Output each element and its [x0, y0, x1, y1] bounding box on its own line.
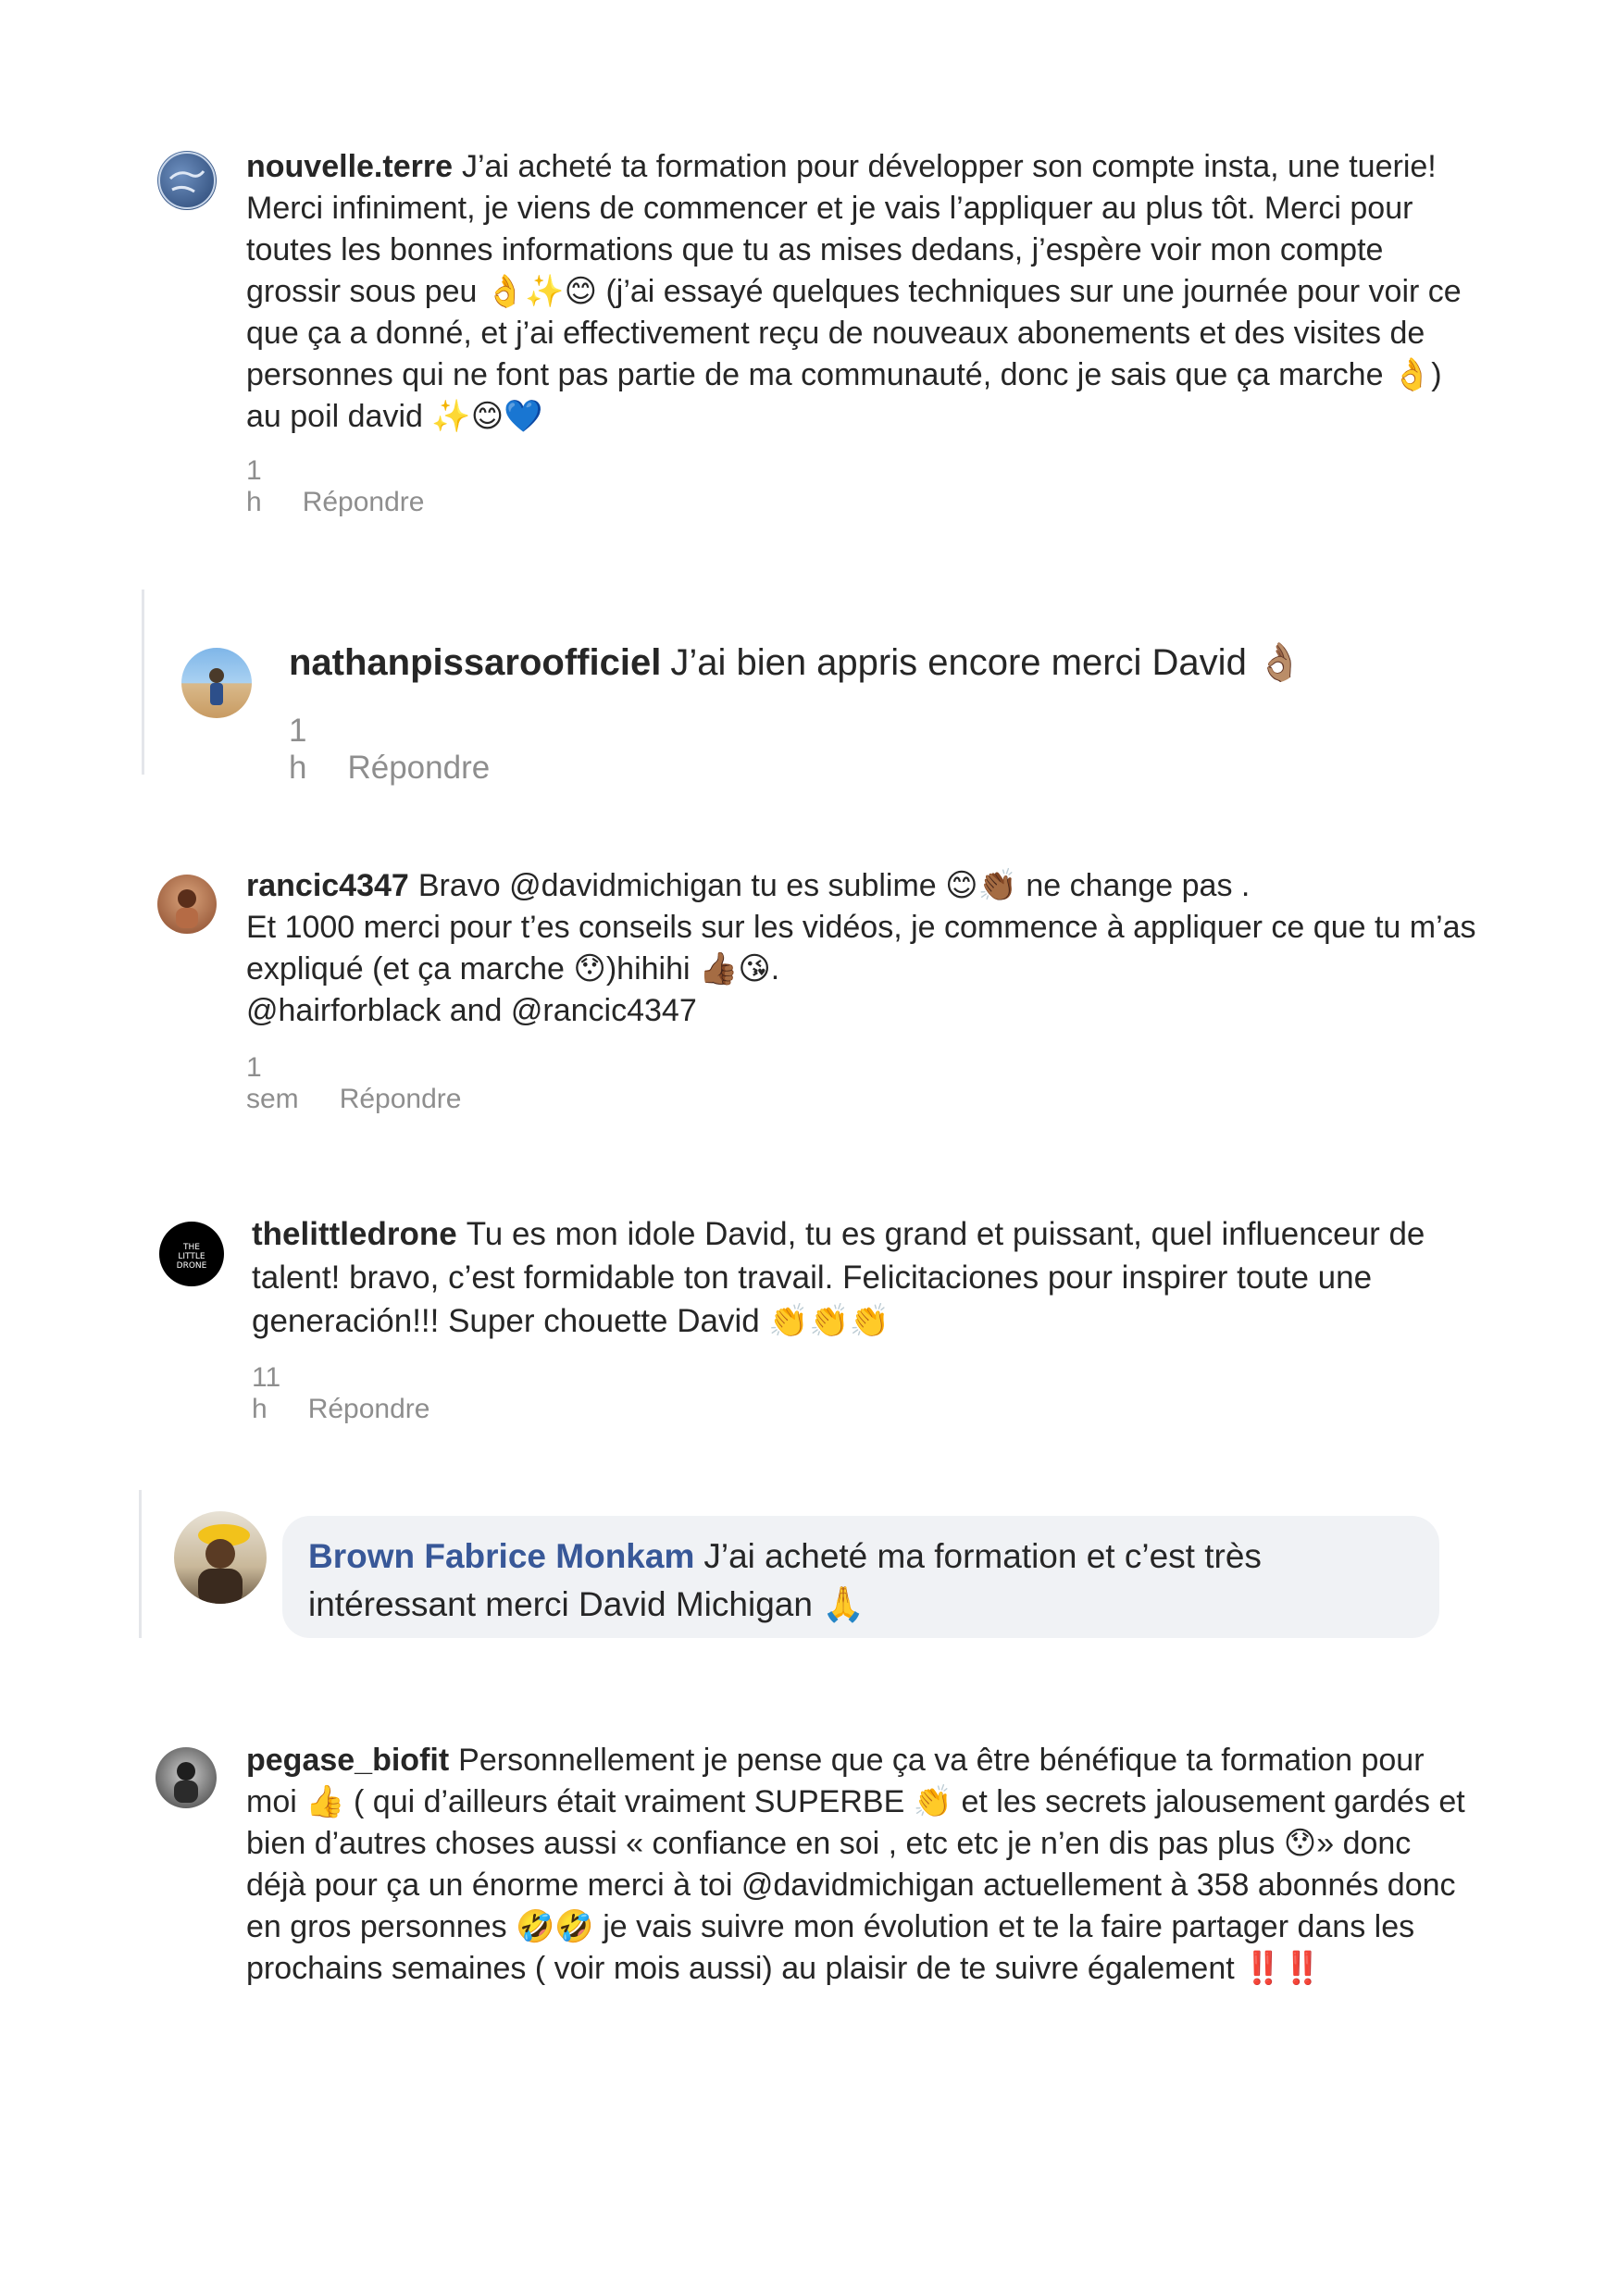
username[interactable]: Brown Fabrice Monkam [308, 1537, 694, 1575]
avatar[interactable] [156, 1747, 217, 1808]
person-icon [176, 889, 198, 928]
reply-button[interactable]: Répondre [308, 1394, 430, 1424]
avatar[interactable]: THE LITTLE DRONE [159, 1222, 224, 1286]
comment-text-line3: @hairforblack and @rancic4347 [246, 993, 697, 1028]
comment-text: J’ai bien appris encore merci David 👌🏽 [670, 642, 1303, 683]
comment-body: rancic4347 Bravo @davidmichigan tu es sub… [246, 865, 1477, 1032]
avatar[interactable] [157, 875, 217, 934]
timestamp: 1 h [289, 713, 307, 786]
username[interactable]: nathanpissaroofficiel [289, 642, 661, 683]
reply-button[interactable]: Répondre [303, 487, 425, 517]
avatar[interactable] [174, 1511, 267, 1604]
comment-bubble: Brown Fabrice Monkam J’ai acheté ma forma… [282, 1516, 1439, 1638]
person-icon [198, 1524, 250, 1604]
comment-meta: 11 h Répondre [252, 1362, 470, 1425]
comment-text-line2: Et 1000 merci pour t’es conseils sur les… [246, 910, 1476, 987]
comment-meta: 1 h Répondre [246, 455, 465, 518]
logo-icon: THE LITTLE DRONE [177, 1243, 207, 1271]
reply-button[interactable]: Répondre [340, 1084, 462, 1114]
comment-text: Personnellement je pense que ça va être … [246, 1743, 1465, 1986]
reply-button[interactable]: Répondre [347, 750, 490, 786]
username[interactable]: nouvelle.terre [246, 149, 453, 184]
svg-text:THE: THE [182, 1243, 200, 1252]
comment-body: nouvelle.terre J’ai acheté ta formation p… [246, 146, 1477, 438]
person-icon [209, 668, 224, 705]
avatar[interactable] [157, 151, 217, 210]
avatar[interactable] [181, 648, 252, 718]
username[interactable]: rancic4347 [246, 868, 409, 903]
comment-body: Brown Fabrice Monkam J’ai acheté ma forma… [308, 1533, 1413, 1629]
comment-body: nathanpissaroofficiel J’ai bien appris en… [289, 639, 1492, 687]
person-icon [174, 1762, 198, 1803]
earth-icon [158, 152, 216, 209]
timestamp: 1 sem [246, 1052, 299, 1114]
comment-body: thelittledrone Tu es mon idole David, tu … [252, 1212, 1483, 1343]
comment-text-line1: Bravo @davidmichigan tu es sublime 😊👏🏾 n… [417, 868, 1251, 903]
svg-text:DRONE: DRONE [177, 1261, 207, 1271]
username[interactable]: pegase_biofit [246, 1743, 449, 1778]
timestamp: 11 h [252, 1362, 281, 1424]
comment-body: pegase_biofit Personnellement je pense qu… [246, 1740, 1477, 1990]
comment-text: J’ai acheté ta formation pour développer… [246, 149, 1462, 434]
timestamp: 1 h [246, 455, 262, 517]
svg-text:LITTLE: LITTLE [178, 1252, 205, 1261]
thread-line [142, 590, 144, 775]
comment-meta: 1 sem Répondre [246, 1052, 502, 1115]
username[interactable]: thelittledrone [252, 1216, 457, 1252]
thread-line [139, 1490, 142, 1638]
comment-meta: 1 h Répondre [289, 713, 530, 787]
